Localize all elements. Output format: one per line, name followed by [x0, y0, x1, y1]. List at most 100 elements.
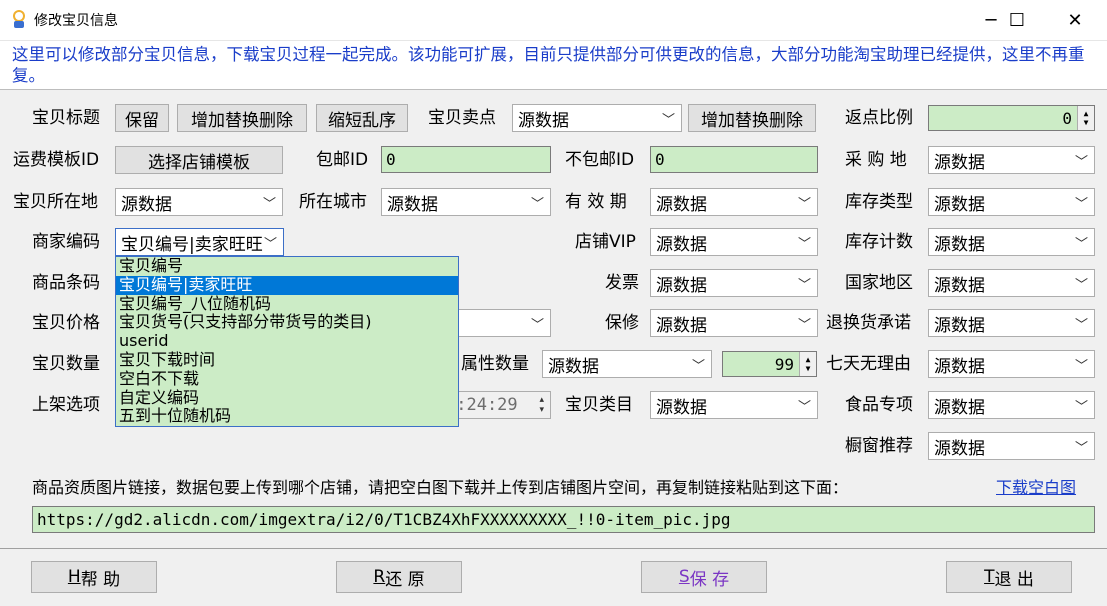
add-replace-delete-button-2[interactable]: 增加替换删除 — [688, 104, 816, 132]
exit-button[interactable]: T退 出 — [946, 561, 1072, 593]
purchase-place-label: 采 购 地 — [845, 150, 907, 170]
chevron-down-icon: ﹀ — [1074, 399, 1088, 415]
keep-button[interactable]: 保留 — [115, 104, 169, 132]
no-free-ship-input[interactable]: 0 — [650, 146, 818, 173]
country-value: 源数据 — [934, 275, 985, 296]
select-template-button[interactable]: 选择店铺模板 — [115, 146, 283, 174]
shop-vip-label: 店铺VIP — [575, 232, 636, 252]
city-label: 所在城市 — [299, 192, 367, 212]
merchant-code-dropdown-list[interactable]: 宝贝编号 宝贝编号|卖家旺旺 宝贝编号_八位随机码 宝贝货号(只支持部分带货号的类目)… — [115, 256, 459, 427]
location-value: 源数据 — [121, 194, 172, 215]
stock-count-select[interactable]: 源数据 ﹀ — [928, 228, 1095, 256]
help-label: 帮 助 — [80, 569, 121, 590]
warranty-value: 源数据 — [656, 315, 707, 336]
free-ship-input[interactable]: 0 — [381, 146, 551, 173]
price-label: 宝贝价格 — [32, 313, 100, 333]
qual-link-label: 商品资质图片链接，数据包要上传到哪个店铺，请把空白图下载并上传到店铺图片空间，再… — [32, 478, 849, 497]
spinner-icon[interactable]: ▲ ▼ — [1077, 106, 1094, 130]
add-replace-delete-button[interactable]: 增加替换删除 — [177, 104, 307, 132]
seven-day-value: 源数据 — [934, 356, 985, 377]
chevron-down-icon: ﹀ — [797, 317, 811, 333]
shop-vip-select[interactable]: 源数据 ﹀ — [650, 228, 818, 256]
attr-count-select[interactable]: 源数据 ﹀ — [542, 350, 712, 378]
dropdown-option[interactable]: 空白不下载 — [116, 369, 458, 389]
dropdown-option[interactable]: 宝贝下载时间 — [116, 350, 458, 370]
city-value: 源数据 — [387, 194, 438, 215]
purchase-place-value: 源数据 — [934, 152, 985, 173]
seven-day-select[interactable]: 源数据 ﹀ — [928, 350, 1095, 378]
validity-select[interactable]: 源数据 ﹀ — [650, 188, 818, 216]
chevron-down-icon: ﹀ — [1074, 236, 1088, 252]
dropdown-option[interactable]: 宝贝编号|卖家旺旺 — [116, 275, 458, 295]
return-promise-select[interactable]: 源数据 ﹀ — [928, 309, 1095, 337]
close-button[interactable]: ✕ — [1052, 0, 1098, 40]
invoice-value: 源数据 — [656, 275, 707, 296]
purchase-place-select[interactable]: 源数据 ﹀ — [928, 146, 1095, 174]
merchant-code-select[interactable]: 宝贝编号|卖家旺旺 ﹀ — [115, 228, 284, 256]
category-select[interactable]: 源数据 ﹀ — [650, 391, 818, 419]
city-select[interactable]: 源数据 ﹀ — [381, 188, 551, 216]
qual-url-input[interactable]: https://gd2.alicdn.com/imgextra/i2/0/T1C… — [32, 506, 1095, 533]
food-value: 源数据 — [934, 397, 985, 418]
chevron-down-icon: ﹀ — [1074, 440, 1088, 456]
shorten-shuffle-button[interactable]: 缩短乱序 — [316, 104, 408, 132]
merchant-code-value: 宝贝编号|卖家旺旺 — [121, 234, 263, 255]
rebate-value: 0 — [1062, 108, 1072, 128]
country-select[interactable]: 源数据 ﹀ — [928, 269, 1095, 297]
category-value: 源数据 — [656, 397, 707, 418]
save-hotkey: S — [678, 567, 690, 587]
dropdown-option[interactable]: 宝贝编号 — [116, 256, 458, 276]
restore-label: 还 原 — [385, 569, 425, 590]
attr-count-num: 99 — [774, 354, 794, 374]
selling-point-select[interactable]: 源数据 ﹀ — [512, 104, 682, 132]
window-rec-select[interactable]: 源数据 ﹀ — [928, 432, 1095, 460]
help-button[interactable]: H帮 助 — [31, 561, 157, 593]
food-select[interactable]: 源数据 ﹀ — [928, 391, 1095, 419]
validity-value: 源数据 — [656, 194, 707, 215]
dropdown-option[interactable]: userid — [116, 331, 458, 351]
return-promise-value: 源数据 — [934, 315, 985, 336]
location-label: 宝贝所在地 — [13, 192, 98, 212]
chevron-down-icon: ﹀ — [1074, 196, 1088, 212]
rebate-input[interactable]: 0 ▲ ▼ — [928, 105, 1095, 131]
window-title: 修改宝贝信息 — [34, 13, 118, 29]
chevron-down-icon: ﹀ — [661, 112, 675, 128]
window-rec-label: 橱窗推荐 — [845, 436, 913, 456]
dropdown-option[interactable]: 宝贝货号(只支持部分带货号的类目) — [116, 313, 458, 332]
save-button[interactable]: S保 存 — [641, 561, 767, 593]
stock-type-select[interactable]: 源数据 ﹀ — [928, 188, 1095, 216]
invoice-select[interactable]: 源数据 ﹀ — [650, 269, 818, 297]
freight-label: 运费模板ID — [13, 150, 100, 170]
return-promise-label: 退换货承诺 — [826, 313, 911, 333]
exit-hotkey: T — [984, 567, 995, 587]
dropdown-option[interactable]: 五到十位随机码 — [116, 407, 458, 426]
warranty-select[interactable]: 源数据 ﹀ — [650, 309, 818, 337]
no-free-ship-label: 不包邮ID — [565, 150, 635, 170]
stock-count-value: 源数据 — [934, 234, 985, 255]
maximize-button[interactable]: ☐ — [994, 0, 1040, 40]
dropdown-option[interactable]: 自定义编码 — [116, 388, 458, 408]
dropdown-option[interactable]: 宝贝编号_八位随机码 — [116, 294, 458, 314]
chevron-down-icon: ﹀ — [262, 196, 276, 212]
download-blank-link[interactable]: 下载空白图 — [996, 474, 1076, 502]
title-bar — [0, 0, 1107, 40]
selling-point-value: 源数据 — [518, 110, 569, 131]
location-select[interactable]: 源数据 ﹀ — [115, 188, 283, 216]
restore-button[interactable]: R还 原 — [336, 561, 462, 593]
quantity-label: 宝贝数量 — [32, 354, 100, 374]
chevron-down-icon: ﹀ — [797, 399, 811, 415]
app-icon — [13, 10, 25, 28]
validity-label: 有 效 期 — [565, 192, 627, 212]
barcode-label: 商品条码 — [32, 273, 100, 293]
chevron-down-icon: ﹀ — [797, 236, 811, 252]
spinner-icon: ▴ ▾ — [539, 395, 544, 415]
attr-count-input[interactable]: 99 ▲ ▼ — [722, 351, 817, 377]
chevron-down-icon: ﹀ — [1074, 317, 1088, 333]
restore-hotkey: R — [373, 567, 386, 587]
spinner-icon[interactable]: ▲ ▼ — [799, 352, 816, 376]
chevron-down-icon: ﹀ — [1074, 154, 1088, 170]
free-ship-label: 包邮ID — [316, 150, 369, 170]
footer-divider — [0, 548, 1107, 549]
merchant-code-label: 商家编码 — [32, 232, 100, 252]
window-rec-value: 源数据 — [934, 438, 985, 459]
